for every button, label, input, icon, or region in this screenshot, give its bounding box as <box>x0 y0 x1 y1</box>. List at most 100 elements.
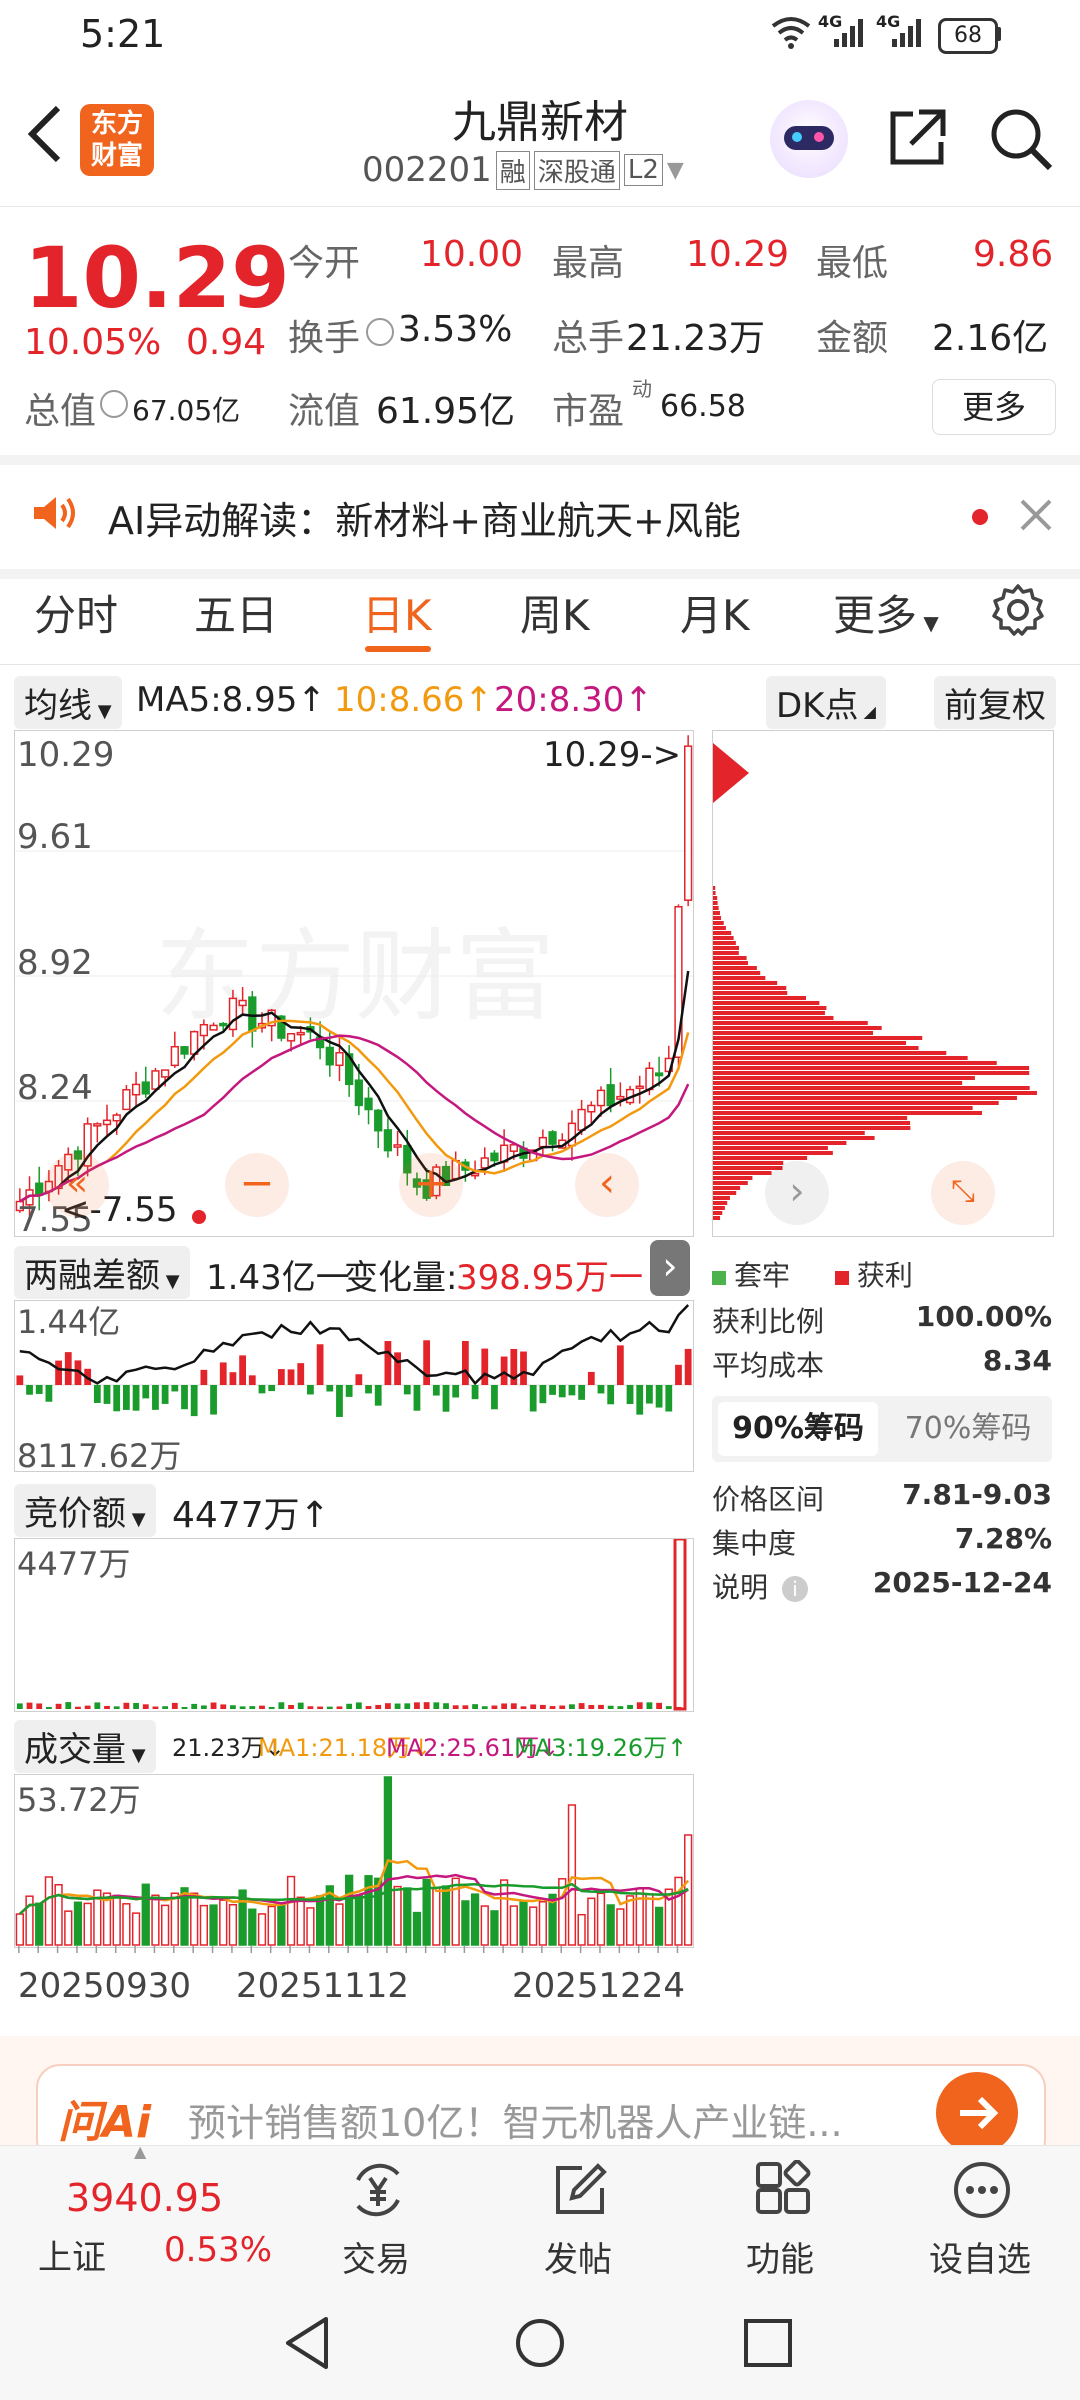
trapped-swatch <box>712 1271 726 1285</box>
adjust-button[interactable]: 前复权 <box>934 676 1056 729</box>
chip-bar <box>713 1051 947 1055</box>
auction-dropdown-label: 竞价额 <box>24 1494 126 1534</box>
chip-distribution-chart[interactable]: › ⤡ <box>712 730 1054 1237</box>
scroll-left-icon[interactable]: ‹ <box>575 1153 639 1217</box>
tab-chip-90[interactable]: 90%筹码 <box>718 1402 878 1456</box>
info-icon[interactable]: i <box>782 1576 809 1602</box>
auction-dropdown[interactable]: 竞价额 ▼ <box>14 1484 156 1537</box>
chip-bar <box>713 1071 1030 1075</box>
auction-bar <box>636 1702 643 1709</box>
margin-change-value: 398.95万一 <box>456 1258 643 1298</box>
float-label: 流值 <box>288 391 361 432</box>
margin-bar-down <box>181 1385 188 1410</box>
ma-dropdown[interactable]: 均线 ▼ <box>14 676 122 729</box>
ask-ai-logo: 问Ai <box>58 2097 152 2148</box>
chip-bar <box>713 1061 997 1065</box>
chip-bar <box>713 1066 1030 1070</box>
margin-svg: 1.44亿 8117.62万 <box>15 1303 693 1475</box>
settings-gear-icon[interactable] <box>990 582 1046 642</box>
auction-bar <box>588 1704 595 1709</box>
tab-monthly-k[interactable]: 月K <box>680 582 750 643</box>
margin-bar-down <box>471 1385 479 1400</box>
caret-down-icon: ▼ <box>92 701 112 722</box>
stock-code-row[interactable]: 002201 融 深股通 L2 ▼ <box>362 150 684 190</box>
volume-bar-up <box>44 1876 54 1946</box>
zoom-in-icon[interactable]: + <box>399 1153 463 1217</box>
volume-y-top: 53.72万 <box>17 1781 141 1819</box>
margin-bar-up <box>16 1375 24 1385</box>
chevron-down-icon: ▼ <box>666 157 684 183</box>
close-icon[interactable] <box>1018 497 1054 537</box>
expand-panel-icon[interactable]: › <box>650 1240 690 1296</box>
chip-bar <box>713 1126 911 1130</box>
auction-bar <box>45 1706 52 1709</box>
ai-robot-icon[interactable] <box>770 100 848 178</box>
chevron-right-icon[interactable]: › <box>765 1161 829 1225</box>
chip-svg <box>713 743 1037 1220</box>
unread-dot <box>972 509 988 525</box>
margin-bar-down <box>210 1385 217 1415</box>
auction-bar <box>210 1702 217 1709</box>
candle-up <box>645 1067 654 1091</box>
auction-bar <box>317 1706 324 1709</box>
kline-chart[interactable]: 东方财富 10.29 9.61 8.92 8.24 7.55 10.29-> <… <box>14 730 694 1240</box>
margin-bar-up <box>287 1369 295 1385</box>
logo-line-2: 财富 <box>90 141 143 171</box>
tab-five-day[interactable]: 五日 <box>194 582 278 643</box>
index-widget[interactable]: ▲ 3940.95 上证 0.53% <box>10 2142 272 2284</box>
volume-chart[interactable]: 53.72万 <box>14 1774 694 1948</box>
volume-bar-up <box>151 1894 160 1946</box>
margin-bar-down <box>597 1385 605 1394</box>
volume-bar-up <box>25 1895 34 1946</box>
more-button[interactable]: 更多 <box>932 379 1056 435</box>
back-icon[interactable] <box>22 102 66 170</box>
auction-svg: 4477万 <box>16 1537 687 1711</box>
system-home-icon[interactable] <box>512 2315 568 2371</box>
candle-up <box>199 1023 209 1037</box>
nav-functions-label: 功能 <box>746 2240 814 2280</box>
chip-bar <box>713 1176 753 1180</box>
margin-dropdown[interactable]: 两融差额 ▼ <box>14 1246 190 1299</box>
expand-icon[interactable]: ⤡ <box>931 1161 995 1225</box>
chip-legend: 套牢 获利 <box>712 1254 913 1294</box>
margin-bar-up <box>219 1362 227 1385</box>
tab-chip-70[interactable]: 70%筹码 <box>888 1402 1048 1456</box>
arrow-right-icon[interactable] <box>936 2072 1018 2154</box>
tab-more[interactable]: 更多 ▼ <box>833 582 939 643</box>
auction-bar <box>36 1703 43 1709</box>
dk-point-button[interactable]: DK点 ◢ <box>766 676 886 729</box>
margin-chart[interactable]: 1.44亿 8117.62万 <box>14 1300 694 1475</box>
info-icon[interactable] <box>366 318 394 346</box>
change-pct: 10.05% <box>24 322 162 363</box>
chip-bar <box>713 1121 911 1125</box>
chip-bar <box>713 1166 783 1170</box>
chip-stat-profit-ratio: 获利比例 100.00% <box>712 1300 1052 1340</box>
volume-bar-down <box>606 1904 615 1946</box>
scroll-left-fast-icon[interactable]: « <box>45 1153 109 1217</box>
bottom-nav: ▲ 3940.95 上证 0.53% 交易 发帖 功能 设自选 <box>0 2142 1080 2284</box>
auction-bar <box>104 1705 110 1709</box>
volume-bar-down <box>654 1906 664 1946</box>
zoom-out-icon[interactable]: − <box>225 1153 289 1217</box>
system-recents-icon[interactable] <box>742 2317 794 2369</box>
auction-chart[interactable]: 4477万 <box>14 1537 694 1712</box>
y-label-4: 8.24 <box>17 1068 93 1108</box>
chip-tab-bar: 90%筹码 70%筹码 <box>712 1396 1052 1462</box>
chip-bar <box>713 1151 833 1155</box>
search-icon[interactable] <box>988 106 1054 176</box>
volume-value: 21.23万 <box>626 318 766 359</box>
system-back-icon[interactable] <box>282 2315 334 2371</box>
margin-bar-down <box>491 1385 498 1410</box>
candle-up <box>480 1157 489 1169</box>
tab-daily-k[interactable]: 日K <box>362 582 432 643</box>
volume-bar-up <box>219 1899 228 1946</box>
share-icon[interactable] <box>885 106 949 174</box>
margin-bar-up <box>355 1374 363 1385</box>
candle-down <box>548 1131 557 1145</box>
tab-intraday[interactable]: 分时 <box>34 582 118 643</box>
volume-dropdown[interactable]: 成交量 ▼ <box>14 1720 156 1773</box>
tab-weekly-k[interactable]: 周K <box>520 582 590 643</box>
eye-icon[interactable] <box>100 390 128 418</box>
eastmoney-logo[interactable]: 东方 财富 <box>80 104 154 176</box>
margin-bar-up <box>423 1340 431 1385</box>
